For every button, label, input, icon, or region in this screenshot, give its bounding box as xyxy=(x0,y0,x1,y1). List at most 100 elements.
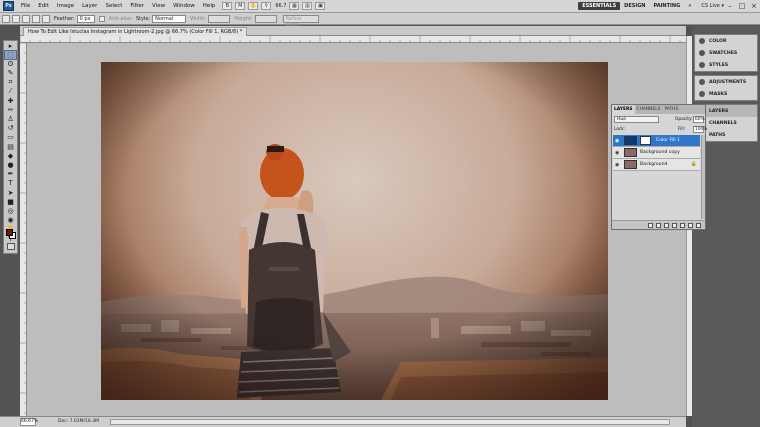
path-select-tool-icon[interactable]: ➤ xyxy=(5,189,16,198)
opacity-input[interactable]: 60% xyxy=(693,116,705,123)
visibility-eye-icon[interactable]: ◉ xyxy=(615,138,621,144)
brush-tool-icon[interactable]: ✏ xyxy=(5,106,16,115)
eyedropper-tool-icon[interactable]: ⁄ xyxy=(5,87,16,96)
screen-mode-icon[interactable]: ▣ xyxy=(315,2,326,10)
dock-color[interactable]: COLOR xyxy=(695,35,757,47)
workspace-painting[interactable]: PAINTING xyxy=(650,2,685,10)
new-group-icon[interactable] xyxy=(680,222,685,228)
zoom-level-dropdown[interactable]: 66.7 xyxy=(275,3,286,9)
crop-tool-icon[interactable]: ⌗ xyxy=(5,78,16,87)
vertical-ruler[interactable] xyxy=(20,43,27,416)
blend-mode-select[interactable]: Hue xyxy=(614,116,659,123)
marquee-preset-icon[interactable] xyxy=(2,14,10,23)
width-input[interactable] xyxy=(208,14,231,23)
new-selection-icon[interactable] xyxy=(12,14,20,23)
3d-rotate-tool-icon[interactable]: ◎ xyxy=(5,207,16,216)
horizontal-scrollbar[interactable] xyxy=(110,419,670,425)
antialias-checkbox[interactable] xyxy=(98,15,105,22)
fill-input[interactable]: 100% xyxy=(693,126,707,133)
dock-adjustments[interactable]: ADJUSTMENTS xyxy=(695,76,757,88)
layer-row[interactable]: ◉ Background copy xyxy=(613,147,700,159)
tab-paths[interactable]: PATHS xyxy=(662,105,680,114)
tab-layers[interactable]: LAYERS xyxy=(612,105,635,114)
dock-swatches[interactable]: SWATCHES xyxy=(695,47,757,59)
launch-bridge-icon[interactable]: B xyxy=(222,2,233,10)
blur-tool-icon[interactable]: ◆ xyxy=(5,152,16,161)
hand-icon[interactable]: ✋ xyxy=(248,2,259,10)
visibility-eye-icon[interactable]: ◉ xyxy=(615,150,621,156)
document-image[interactable] xyxy=(101,62,608,400)
dock-group-adjustments: ADJUSTMENTS MASKS xyxy=(694,75,758,101)
quick-mask-icon[interactable] xyxy=(7,243,15,250)
dock-masks[interactable]: MASKS xyxy=(695,88,757,100)
menu-layer[interactable]: Layer xyxy=(78,0,101,13)
menu-bar: Ps File Edit Image Layer Select Filter V… xyxy=(0,0,760,13)
height-input[interactable] xyxy=(254,14,277,23)
dock-group-color: COLOR SWATCHES STYLES xyxy=(694,34,758,72)
menu-edit[interactable]: Edit xyxy=(34,0,53,13)
more-workspaces-button[interactable]: » xyxy=(684,2,695,10)
marquee-tool-icon[interactable]: ⬚ xyxy=(4,49,17,61)
layers-scrollbar[interactable] xyxy=(701,135,705,219)
view-extras-icon[interactable]: ▦ xyxy=(289,2,300,10)
horizontal-ruler[interactable] xyxy=(20,36,686,43)
foreground-color-swatch[interactable] xyxy=(6,229,13,236)
quick-select-tool-icon[interactable]: ✎ xyxy=(5,69,16,78)
subtract-selection-icon[interactable] xyxy=(32,14,40,23)
workspace-design[interactable]: DESIGN xyxy=(620,2,649,10)
tab-channels[interactable]: CHANNELS xyxy=(635,105,663,114)
dodge-tool-icon[interactable]: ● xyxy=(5,161,16,170)
shape-tool-icon[interactable]: ■ xyxy=(5,198,16,207)
add-selection-icon[interactable] xyxy=(22,14,30,23)
link-layers-icon[interactable] xyxy=(648,222,653,228)
menu-view[interactable]: View xyxy=(148,0,169,13)
minimize-icon[interactable]: – xyxy=(724,2,736,10)
menu-select[interactable]: Select xyxy=(101,0,126,13)
layer-name: Background copy xyxy=(640,150,680,155)
refine-edge-button[interactable]: Refine Edge... xyxy=(282,14,319,28)
intersect-selection-icon[interactable] xyxy=(42,14,50,23)
delete-layer-icon[interactable] xyxy=(696,222,701,228)
feather-input[interactable]: 0 px xyxy=(76,14,95,23)
gradient-tool-icon[interactable]: ▤ xyxy=(5,143,16,152)
menu-window[interactable]: Window xyxy=(169,0,199,13)
menu-help[interactable]: Help xyxy=(199,0,220,13)
move-tool-icon[interactable]: ▸ xyxy=(5,42,16,51)
close-icon[interactable]: × xyxy=(748,2,760,10)
3d-orbit-tool-icon[interactable]: ◉ xyxy=(5,216,16,225)
document-info[interactable]: Doc: 7.03M/16.3M xyxy=(58,418,99,426)
layer-mask-thumbnail[interactable] xyxy=(640,136,651,145)
healing-brush-tool-icon[interactable]: ✚ xyxy=(5,97,16,106)
new-layer-icon[interactable] xyxy=(688,222,693,228)
type-tool-icon[interactable]: T xyxy=(5,179,16,188)
dock-styles-label: STYLES xyxy=(709,62,729,68)
layer-style-icon[interactable] xyxy=(656,222,661,228)
zoom-icon[interactable]: ⚲ xyxy=(261,2,272,10)
cs-live-button[interactable]: CS Live ▾ xyxy=(701,3,724,9)
visibility-eye-icon[interactable]: ◉ xyxy=(615,162,621,168)
document-tab[interactable]: How To Edit Like Istuclas Instagram in L… xyxy=(23,27,248,36)
workspace-essentials[interactable]: ESSENTIALS xyxy=(578,2,621,10)
lock-icon: 🔒 xyxy=(690,161,697,167)
lasso-tool-icon[interactable]: ʘ xyxy=(5,60,16,69)
layers-panel: LAYERS CHANNELS PATHS Hue Opacity: 60% L… xyxy=(611,104,707,230)
dock-adjustments-label: ADJUSTMENTS xyxy=(709,79,747,85)
history-brush-tool-icon[interactable]: ↺ xyxy=(5,124,16,133)
menu-image[interactable]: Image xyxy=(53,0,78,13)
layer-row[interactable]: ◉ Background 🔒 xyxy=(613,159,700,171)
dock-styles[interactable]: STYLES xyxy=(695,59,757,71)
maximize-icon[interactable]: □ xyxy=(736,2,748,10)
menu-file[interactable]: File xyxy=(17,0,34,13)
arrange-documents-icon[interactable]: ▥ xyxy=(302,2,313,10)
launch-minibridge-icon[interactable]: M xyxy=(235,2,246,10)
add-mask-icon[interactable] xyxy=(664,222,669,228)
style-select[interactable]: Normal xyxy=(152,14,187,23)
clone-stamp-tool-icon[interactable]: ♙ xyxy=(5,115,16,124)
menu-filter[interactable]: Filter xyxy=(126,0,148,13)
layer-row[interactable]: ◉ Color Fill 1 xyxy=(613,135,700,147)
dock-swatches-label: SWATCHES xyxy=(709,50,738,56)
eraser-tool-icon[interactable]: ▭ xyxy=(5,133,16,142)
zoom-percentage-field[interactable]: 66.67% xyxy=(20,418,38,426)
pen-tool-icon[interactable]: ✒ xyxy=(5,170,16,179)
adjustment-layer-icon[interactable] xyxy=(672,222,677,228)
